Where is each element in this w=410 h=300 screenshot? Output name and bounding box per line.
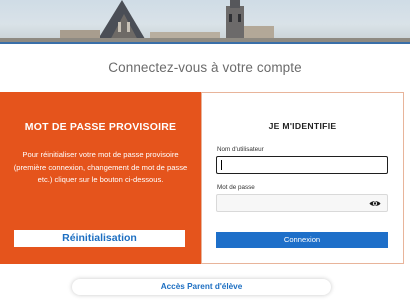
username-input[interactable] [216,156,388,174]
text-caret [221,160,222,170]
username-label: Nom d'utilisateur [217,146,264,153]
password-input[interactable] [216,194,388,212]
parent-access-link[interactable]: Accès Parent d'élève [72,279,331,295]
banner-divider [0,42,410,44]
eye-icon[interactable] [369,199,381,208]
header-banner-image [0,0,410,44]
reset-panel-heading: MOT DE PASSE PROVISOIRE [24,121,177,133]
building-illustration [0,0,410,44]
password-label: Mot de passe [217,184,255,191]
reset-panel-description: Pour réinitialiser votre mot de passe pr… [13,150,188,185]
page-title: Connectez-vous à votre compte [108,60,302,75]
login-button[interactable]: Connexion [216,232,388,248]
login-panel-heading: JE M'IDENTIFIE [268,121,337,131]
reset-button[interactable]: Réinitialisation [14,230,185,247]
